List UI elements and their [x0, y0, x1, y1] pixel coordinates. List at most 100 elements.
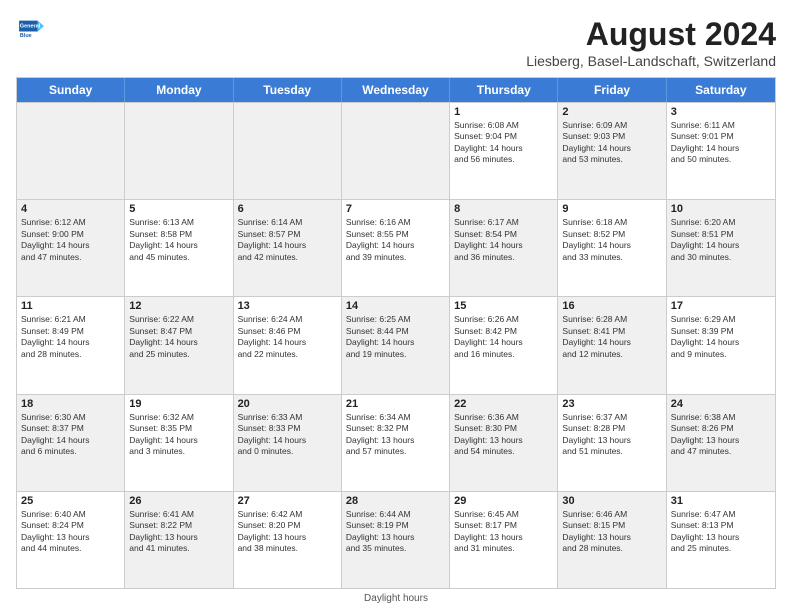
- day-number: 13: [238, 300, 337, 312]
- empty-cell: [234, 103, 342, 199]
- calendar-week-2: 4 Sunrise: 6:12 AM Sunset: 9:00 PM Daylig…: [17, 199, 775, 296]
- day-cell-13: 13 Sunrise: 6:24 AM Sunset: 8:46 PM Dayli…: [234, 297, 342, 393]
- day-cell-29: 29Sunrise: 6:45 AM Sunset: 8:17 PM Dayli…: [450, 492, 558, 588]
- day-number: 12: [129, 300, 228, 312]
- day-header-tuesday: Tuesday: [234, 78, 342, 102]
- day-info: Sunrise: 6:14 AM Sunset: 8:57 PM Dayligh…: [238, 217, 337, 263]
- day-cell-8: 8Sunrise: 6:17 AM Sunset: 8:54 PM Daylig…: [450, 200, 558, 296]
- day-number: 16: [562, 300, 661, 312]
- empty-cell: [125, 103, 233, 199]
- footer-note: Daylight hours: [16, 593, 776, 604]
- day-cell-3: 3Sunrise: 6:11 AM Sunset: 9:01 PM Daylig…: [667, 103, 775, 199]
- header: General Blue August 2024 Liesberg, Basel…: [16, 16, 776, 69]
- svg-text:Blue: Blue: [20, 33, 32, 39]
- day-number: 21: [346, 398, 445, 410]
- day-number: 22: [454, 398, 553, 410]
- day-cell-6: 6Sunrise: 6:14 AM Sunset: 8:57 PM Daylig…: [234, 200, 342, 296]
- day-number: 10: [671, 203, 771, 215]
- logo: General Blue: [16, 16, 44, 44]
- day-info: Sunrise: 6:41 AM Sunset: 8:22 PM Dayligh…: [129, 509, 228, 555]
- day-cell-5: 5 Sunrise: 6:13 AM Sunset: 8:58 PM Daylig…: [125, 200, 233, 296]
- day-number: 11: [21, 300, 120, 312]
- day-number: 31: [671, 495, 771, 507]
- day-cell-21: 21 Sunrise: 6:34 AM Sunset: 8:32 PM Dayli…: [342, 395, 450, 491]
- day-header-wednesday: Wednesday: [342, 78, 450, 102]
- calendar-header: SundayMondayTuesdayWednesdayThursdayFrid…: [17, 78, 775, 102]
- day-number: 20: [238, 398, 337, 410]
- day-info: Sunrise: 6:08 AM Sunset: 9:04 PM Dayligh…: [454, 120, 553, 166]
- calendar-week-1: 1Sunrise: 6:08 AM Sunset: 9:04 PM Daylig…: [17, 102, 775, 199]
- day-number: 26: [129, 495, 228, 507]
- day-header-friday: Friday: [558, 78, 666, 102]
- day-number: 14: [346, 300, 445, 312]
- day-info: Sunrise: 6:36 AM Sunset: 8:30 PM Dayligh…: [454, 412, 553, 458]
- day-cell-24: 24 Sunrise: 6:38 AM Sunset: 8:26 PM Dayli…: [667, 395, 775, 491]
- day-info: Sunrise: 6:12 AM Sunset: 9:00 PM Dayligh…: [21, 217, 120, 263]
- day-info: Sunrise: 6:32 AM Sunset: 8:35 PM Dayligh…: [129, 412, 228, 458]
- day-info: Sunrise: 6:30 AM Sunset: 8:37 PM Dayligh…: [21, 412, 120, 458]
- day-info: Sunrise: 6:28 AM Sunset: 8:41 PM Dayligh…: [562, 314, 661, 360]
- day-number: 2: [562, 106, 661, 118]
- calendar: SundayMondayTuesdayWednesdayThursdayFrid…: [16, 77, 776, 589]
- day-number: 29: [454, 495, 553, 507]
- day-number: 15: [454, 300, 553, 312]
- day-number: 4: [21, 203, 120, 215]
- day-header-monday: Monday: [125, 78, 233, 102]
- day-header-sunday: Sunday: [17, 78, 125, 102]
- day-info: Sunrise: 6:29 AM Sunset: 8:39 PM Dayligh…: [671, 314, 771, 360]
- day-cell-25: 25Sunrise: 6:40 AM Sunset: 8:24 PM Dayli…: [17, 492, 125, 588]
- day-cell-28: 28Sunrise: 6:44 AM Sunset: 8:19 PM Dayli…: [342, 492, 450, 588]
- day-number: 17: [671, 300, 771, 312]
- main-title: August 2024: [526, 16, 776, 53]
- day-cell-22: 22 Sunrise: 6:36 AM Sunset: 8:30 PM Dayli…: [450, 395, 558, 491]
- empty-cell: [17, 103, 125, 199]
- day-info: Sunrise: 6:20 AM Sunset: 8:51 PM Dayligh…: [671, 217, 771, 263]
- day-info: Sunrise: 6:34 AM Sunset: 8:32 PM Dayligh…: [346, 412, 445, 458]
- day-number: 9: [562, 203, 661, 215]
- day-info: Sunrise: 6:24 AM Sunset: 8:46 PM Dayligh…: [238, 314, 337, 360]
- day-cell-9: 9 Sunrise: 6:18 AM Sunset: 8:52 PM Daylig…: [558, 200, 666, 296]
- title-block: August 2024 Liesberg, Basel-Landschaft, …: [526, 16, 776, 69]
- day-info: Sunrise: 6:40 AM Sunset: 8:24 PM Dayligh…: [21, 509, 120, 555]
- day-number: 5: [129, 203, 228, 215]
- day-info: Sunrise: 6:21 AM Sunset: 8:49 PM Dayligh…: [21, 314, 120, 360]
- day-info: Sunrise: 6:44 AM Sunset: 8:19 PM Dayligh…: [346, 509, 445, 555]
- day-cell-16: 16 Sunrise: 6:28 AM Sunset: 8:41 PM Dayli…: [558, 297, 666, 393]
- subtitle: Liesberg, Basel-Landschaft, Switzerland: [526, 53, 776, 69]
- day-cell-14: 14 Sunrise: 6:25 AM Sunset: 8:44 PM Dayli…: [342, 297, 450, 393]
- day-info: Sunrise: 6:47 AM Sunset: 8:13 PM Dayligh…: [671, 509, 771, 555]
- day-cell-18: 18 Sunrise: 6:30 AM Sunset: 8:37 PM Dayli…: [17, 395, 125, 491]
- day-info: Sunrise: 6:09 AM Sunset: 9:03 PM Dayligh…: [562, 120, 661, 166]
- day-info: Sunrise: 6:11 AM Sunset: 9:01 PM Dayligh…: [671, 120, 771, 166]
- day-info: Sunrise: 6:33 AM Sunset: 8:33 PM Dayligh…: [238, 412, 337, 458]
- day-cell-17: 17 Sunrise: 6:29 AM Sunset: 8:39 PM Dayli…: [667, 297, 775, 393]
- day-cell-10: 10 Sunrise: 6:20 AM Sunset: 8:51 PM Dayli…: [667, 200, 775, 296]
- day-info: Sunrise: 6:22 AM Sunset: 8:47 PM Dayligh…: [129, 314, 228, 360]
- day-info: Sunrise: 6:18 AM Sunset: 8:52 PM Dayligh…: [562, 217, 661, 263]
- day-cell-7: 7Sunrise: 6:16 AM Sunset: 8:55 PM Daylig…: [342, 200, 450, 296]
- day-info: Sunrise: 6:26 AM Sunset: 8:42 PM Dayligh…: [454, 314, 553, 360]
- day-cell-30: 30Sunrise: 6:46 AM Sunset: 8:15 PM Dayli…: [558, 492, 666, 588]
- day-cell-26: 26 Sunrise: 6:41 AM Sunset: 8:22 PM Dayli…: [125, 492, 233, 588]
- day-cell-23: 23Sunrise: 6:37 AM Sunset: 8:28 PM Dayli…: [558, 395, 666, 491]
- day-info: Sunrise: 6:13 AM Sunset: 8:58 PM Dayligh…: [129, 217, 228, 263]
- day-number: 18: [21, 398, 120, 410]
- day-number: 19: [129, 398, 228, 410]
- day-cell-20: 20 Sunrise: 6:33 AM Sunset: 8:33 PM Dayli…: [234, 395, 342, 491]
- day-cell-2: 2 Sunrise: 6:09 AM Sunset: 9:03 PM Daylig…: [558, 103, 666, 199]
- day-info: Sunrise: 6:38 AM Sunset: 8:26 PM Dayligh…: [671, 412, 771, 458]
- calendar-body: 1Sunrise: 6:08 AM Sunset: 9:04 PM Daylig…: [17, 102, 775, 588]
- day-number: 24: [671, 398, 771, 410]
- empty-cell: [342, 103, 450, 199]
- day-info: Sunrise: 6:25 AM Sunset: 8:44 PM Dayligh…: [346, 314, 445, 360]
- day-info: Sunrise: 6:42 AM Sunset: 8:20 PM Dayligh…: [238, 509, 337, 555]
- day-cell-4: 4 Sunrise: 6:12 AM Sunset: 9:00 PM Daylig…: [17, 200, 125, 296]
- logo-icon: General Blue: [16, 16, 44, 44]
- day-header-saturday: Saturday: [667, 78, 775, 102]
- day-number: 27: [238, 495, 337, 507]
- svg-text:General: General: [20, 24, 41, 30]
- day-number: 30: [562, 495, 661, 507]
- day-cell-11: 11 Sunrise: 6:21 AM Sunset: 8:49 PM Dayli…: [17, 297, 125, 393]
- calendar-week-5: 25Sunrise: 6:40 AM Sunset: 8:24 PM Dayli…: [17, 491, 775, 588]
- day-cell-15: 15 Sunrise: 6:26 AM Sunset: 8:42 PM Dayli…: [450, 297, 558, 393]
